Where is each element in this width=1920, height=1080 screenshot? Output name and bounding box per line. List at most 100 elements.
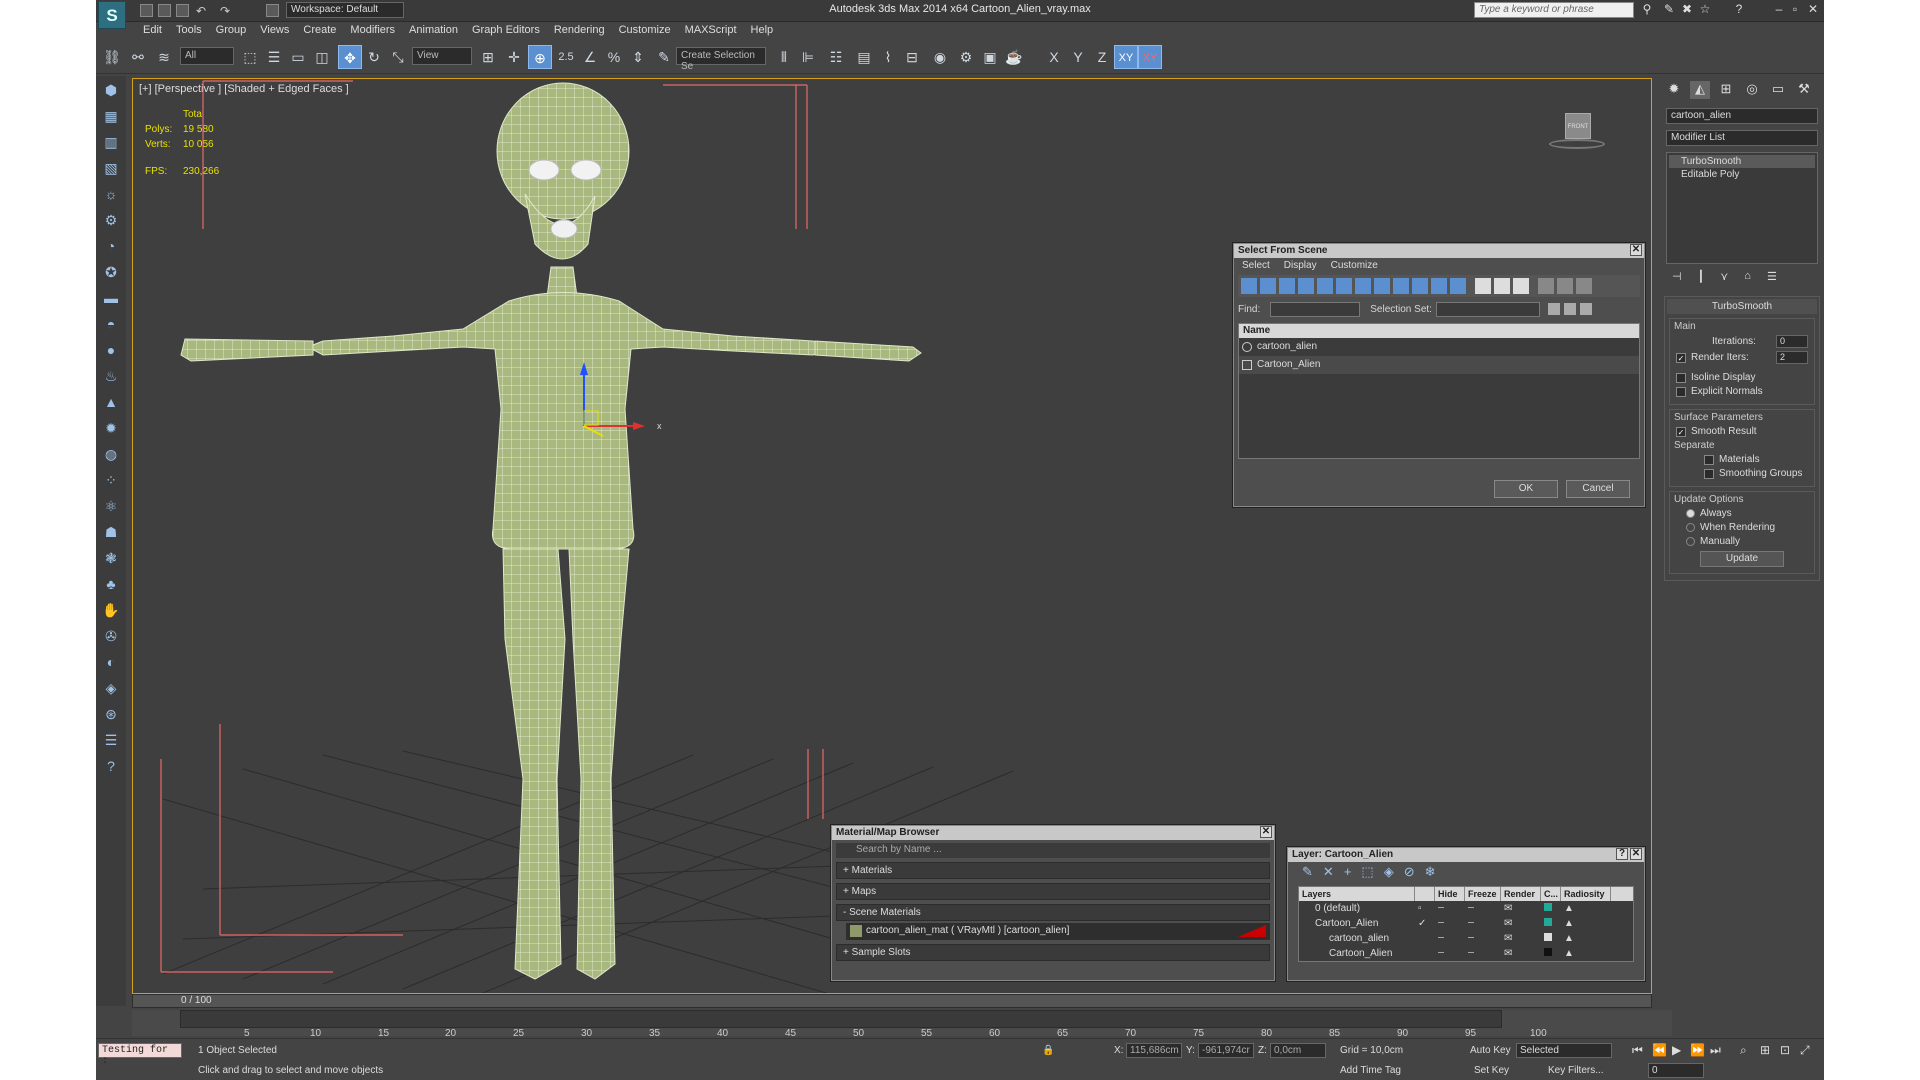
load-set-icon[interactable]	[1563, 303, 1576, 315]
graphite-toolbar-icon[interactable]: ▤	[852, 45, 876, 69]
iterations-spinner[interactable]: 0	[1776, 335, 1808, 348]
edit-named-sets-icon[interactable]: ✎	[652, 45, 676, 69]
hide-all-icon[interactable]: ⊘	[1404, 864, 1415, 880]
display-containers-icon[interactable]	[1412, 278, 1428, 294]
zoom-all-icon[interactable]: ⊞	[1760, 1043, 1770, 1057]
close-icon[interactable]: ✕	[1806, 2, 1820, 18]
foliage-icon[interactable]: ♣	[99, 573, 123, 595]
binoculars-icon[interactable]: ⚲	[1640, 2, 1654, 18]
update-button[interactable]: Update	[1700, 551, 1784, 567]
restore-icon[interactable]: ▫	[1788, 2, 1802, 18]
cone-primitive-icon[interactable]: ▲	[99, 391, 123, 413]
stack-item-turbosmooth[interactable]: TurboSmooth	[1669, 155, 1815, 168]
bind-spacewarp-icon[interactable]: ≋	[152, 45, 176, 69]
menu-animation[interactable]: Animation	[402, 22, 465, 40]
go-to-start-icon[interactable]: ⏮	[1632, 1043, 1643, 1058]
configure-sets-icon[interactable]: ☰	[1767, 270, 1777, 283]
auto-key-button[interactable]: Auto Key	[1470, 1045, 1511, 1056]
highlight-layer-icon[interactable]: ◈	[1384, 864, 1394, 880]
layer-close-icon[interactable]: ✕	[1630, 848, 1642, 860]
isoline-checkbox[interactable]	[1676, 372, 1686, 383]
mat-search-input[interactable]: Search by Name ...	[836, 843, 1270, 858]
track-bar[interactable]: 5 10 15 20 25 30 35 40 45 50 55 60 65 70…	[132, 1010, 1672, 1039]
axis-x-button[interactable]: X	[1042, 45, 1066, 69]
rollout-title[interactable]: TurboSmooth	[1667, 299, 1817, 314]
spinner-snap-icon[interactable]: ⇕	[626, 45, 650, 69]
mirror-icon[interactable]: ⫴	[772, 45, 796, 69]
display-shapes-icon[interactable]	[1260, 278, 1276, 294]
display-bones-icon[interactable]	[1393, 278, 1409, 294]
communication-icon[interactable]: ✖	[1680, 2, 1694, 18]
remove-modifier-icon[interactable]: ⌂	[1744, 270, 1751, 282]
keyword-search-input[interactable]: Type a keyword or phrase	[1474, 2, 1634, 18]
utilities-tab-icon[interactable]: ⚒	[1794, 81, 1814, 99]
object-name-field[interactable]: cartoon_alien	[1666, 108, 1818, 124]
selection-filter-select[interactable]: All	[180, 47, 234, 65]
layer-color-swatch[interactable]	[1544, 933, 1552, 941]
teapot-primitive-icon[interactable]: ♨	[99, 365, 123, 387]
named-selection-set-select[interactable]: Create Selection Se	[676, 47, 766, 72]
select-invert-icon[interactable]	[1513, 278, 1529, 294]
dome-primitive-icon[interactable]: ◓	[99, 313, 123, 335]
angle-snap-icon[interactable]: ∠	[578, 45, 602, 69]
lock-selection-icon[interactable]: 🔒	[1042, 1045, 1054, 1056]
current-layer-icon[interactable]: ▫	[1415, 901, 1435, 916]
previous-frame-icon[interactable]: ⏪	[1652, 1043, 1667, 1057]
create-light-icon[interactable]: ☼	[99, 183, 123, 205]
time-slider[interactable]: 0 / 100	[132, 994, 1652, 1008]
display-xrefs-icon[interactable]	[1374, 278, 1390, 294]
create-system-icon[interactable]: ✪	[99, 261, 123, 283]
display-frozen-icon[interactable]	[1431, 278, 1447, 294]
sphere-primitive-icon[interactable]: ●	[99, 339, 123, 361]
modifier-list-select[interactable]: Modifier List	[1666, 130, 1818, 146]
select-none-icon[interactable]	[1494, 278, 1510, 294]
help-icon[interactable]: ?	[1732, 2, 1746, 18]
display-helpers-icon[interactable]	[1317, 278, 1333, 294]
create-geometry-icon[interactable]: ⬢	[99, 79, 123, 101]
percent-snap-icon[interactable]: %	[602, 45, 626, 69]
zoom-extents-icon[interactable]: ⊡	[1780, 1043, 1790, 1057]
maps-category[interactable]: + Maps	[836, 883, 1270, 900]
dlg-menu-select[interactable]: Select	[1242, 260, 1270, 271]
layer-color-swatch[interactable]	[1544, 918, 1552, 926]
ref-coord-select[interactable]: View	[412, 47, 472, 65]
menu-views[interactable]: Views	[253, 22, 296, 40]
menu-tools[interactable]: Tools	[169, 22, 209, 40]
delete-layer-icon[interactable]: ✕	[1323, 864, 1334, 880]
remove-set-icon[interactable]	[1579, 303, 1592, 315]
dynamics-icon[interactable]: ⚛	[99, 495, 123, 517]
hand-tool-icon[interactable]: ✋	[99, 599, 123, 621]
select-move-icon[interactable]: ✥	[338, 45, 362, 69]
col-layers[interactable]: Layers	[1299, 887, 1415, 901]
key-mode-select[interactable]: Selected	[1516, 1043, 1612, 1058]
unlink-icon[interactable]: ⚯	[126, 45, 150, 69]
next-frame-icon[interactable]: ⏩	[1690, 1043, 1705, 1057]
play-icon[interactable]: ▶	[1672, 1043, 1681, 1057]
separate-smoothing-checkbox[interactable]	[1704, 468, 1714, 479]
scene-materials-category[interactable]: - Scene Materials	[836, 904, 1270, 921]
make-unique-icon[interactable]: ⋎	[1720, 270, 1728, 283]
add-time-tag[interactable]: Add Time Tag	[1340, 1065, 1401, 1076]
table-row[interactable]: cartoon_alien ┄ ┄ ✉ ▲	[1299, 931, 1633, 946]
col-current[interactable]	[1415, 887, 1435, 901]
maximize-viewport-icon[interactable]: ⤢	[1800, 1043, 1810, 1058]
render-production-icon[interactable]: ☕	[1002, 45, 1026, 69]
create-layer-icon[interactable]: ✎	[1302, 864, 1313, 880]
create-tab-icon[interactable]: ✹	[1664, 81, 1684, 99]
find-input[interactable]	[1270, 301, 1361, 317]
menu-help[interactable]: Help	[744, 22, 781, 40]
x-coord-field[interactable]: 115,686cm	[1126, 1043, 1182, 1058]
render-setup-icon[interactable]: ⚙	[954, 45, 978, 69]
layer-manager-icon[interactable]: ☷	[824, 45, 848, 69]
keyboard-shortcut-icon[interactable]: ⊕	[528, 45, 552, 69]
maxscript-listener-input[interactable]: Testing for :	[98, 1043, 182, 1067]
curve-editor-icon[interactable]: ⌇	[876, 45, 900, 69]
filter-icon[interactable]	[1538, 278, 1554, 294]
rect-selection-icon[interactable]: ▭	[286, 45, 310, 69]
dlg-menu-display[interactable]: Display	[1284, 260, 1317, 271]
scene-explorer-icon[interactable]: ☰	[99, 729, 123, 751]
ok-button[interactable]: OK	[1494, 480, 1558, 498]
geosphere-icon[interactable]: ◍	[99, 443, 123, 465]
menu-create[interactable]: Create	[296, 22, 343, 40]
axis-z-button[interactable]: Z	[1090, 45, 1114, 69]
